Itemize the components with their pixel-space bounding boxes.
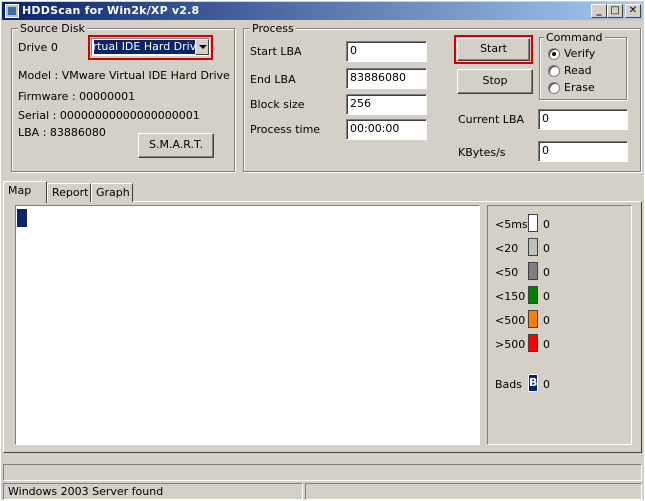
legend-swatch-20 bbox=[528, 238, 538, 256]
legend-label-over-500: >500 bbox=[495, 338, 526, 351]
end-lba-field[interactable]: 83886080 bbox=[346, 68, 427, 89]
status-message: Windows 2003 Server found bbox=[3, 483, 303, 500]
drive-select-value: Virtual IDE Hard Drive bbox=[94, 40, 204, 54]
tab-graph[interactable]: Graph bbox=[91, 183, 133, 202]
tab-report[interactable]: Report bbox=[47, 183, 91, 202]
current-lba-field: 0 bbox=[538, 109, 628, 130]
legend-count-over-500: 0 bbox=[543, 338, 550, 351]
tab-map[interactable]: Map bbox=[3, 181, 47, 203]
legend-swatch-150 bbox=[528, 286, 538, 304]
start-lba-label: Start LBA bbox=[250, 45, 302, 58]
legend-count-50: 0 bbox=[543, 266, 550, 279]
end-lba-label: End LBA bbox=[250, 73, 296, 86]
radio-erase-label[interactable]: Erase bbox=[564, 81, 595, 94]
serial-text: Serial : 00000000000000000001 bbox=[18, 109, 200, 122]
close-button[interactable]: ✕ bbox=[625, 4, 641, 18]
process-time-label: Process time bbox=[250, 123, 321, 136]
current-lba-label: Current LBA bbox=[458, 113, 525, 126]
radio-verify[interactable] bbox=[548, 48, 560, 60]
source-disk-title: Source Disk bbox=[18, 22, 87, 35]
block-size-label: Block size bbox=[250, 98, 305, 111]
command-title: Command bbox=[544, 31, 605, 44]
legend-count-20: 0 bbox=[543, 242, 550, 255]
legend-swatch-50 bbox=[528, 262, 538, 280]
hddscan-window: HDDScan for Win2k/XP v2.8 _ □ ✕ Source D… bbox=[0, 0, 645, 501]
legend-label-5ms: <5ms bbox=[495, 218, 528, 231]
model-text: Model : VMware Virtual IDE Hard Drive bbox=[18, 69, 230, 82]
legend-label-bads: Bads bbox=[495, 378, 523, 391]
legend-swatch-over-500 bbox=[528, 334, 538, 352]
legend-label-50: <50 bbox=[495, 266, 519, 279]
kbytes-label: KBytes/s bbox=[458, 146, 506, 159]
legend-panel: <5ms 0 <20 0 <50 0 <150 0 <500 0 >500 0 … bbox=[487, 205, 632, 445]
legend-label-150: <150 bbox=[495, 290, 526, 303]
radio-read-label[interactable]: Read bbox=[564, 64, 592, 77]
legend-swatch-bads: B bbox=[528, 374, 538, 392]
chevron-down-icon[interactable] bbox=[195, 39, 209, 55]
legend-count-bads: 0 bbox=[543, 378, 550, 391]
smart-button[interactable]: S.M.A.R.T. bbox=[138, 133, 214, 158]
surface-map bbox=[15, 205, 480, 445]
firmware-text: Firmware : 00000001 bbox=[18, 90, 136, 103]
start-button[interactable]: Start bbox=[457, 38, 530, 61]
drive-label: Drive 0 bbox=[18, 41, 58, 54]
status-panel-2 bbox=[305, 483, 642, 500]
start-lba-field[interactable]: 0 bbox=[346, 41, 427, 62]
radio-read[interactable] bbox=[548, 65, 560, 77]
legend-count-5ms: 0 bbox=[543, 218, 550, 231]
stop-button[interactable]: Stop bbox=[457, 69, 533, 94]
radio-verify-label[interactable]: Verify bbox=[564, 47, 595, 60]
map-block bbox=[17, 209, 27, 227]
block-size-field[interactable]: 256 bbox=[346, 94, 427, 115]
title-bar[interactable]: HDDScan for Win2k/XP v2.8 _ □ ✕ bbox=[2, 2, 643, 20]
drive-select[interactable]: Virtual IDE Hard Drive bbox=[91, 38, 210, 56]
legend-swatch-500 bbox=[528, 310, 538, 328]
legend-label-20: <20 bbox=[495, 242, 519, 255]
legend-count-500: 0 bbox=[543, 314, 550, 327]
app-icon bbox=[5, 4, 19, 18]
process-title: Process bbox=[250, 22, 296, 35]
legend-count-150: 0 bbox=[543, 290, 550, 303]
lba-text: LBA : 83886080 bbox=[18, 126, 106, 139]
minimize-button[interactable]: _ bbox=[591, 4, 607, 18]
maximize-button[interactable]: □ bbox=[607, 4, 623, 18]
window-title: HDDScan for Win2k/XP v2.8 bbox=[22, 4, 200, 17]
legend-label-500: <500 bbox=[495, 314, 526, 327]
progress-bar bbox=[3, 464, 642, 481]
radio-erase[interactable] bbox=[548, 82, 560, 94]
process-time-field: 00:00:00 bbox=[346, 119, 427, 140]
kbytes-field: 0 bbox=[538, 141, 628, 162]
legend-swatch-5ms bbox=[528, 214, 538, 232]
